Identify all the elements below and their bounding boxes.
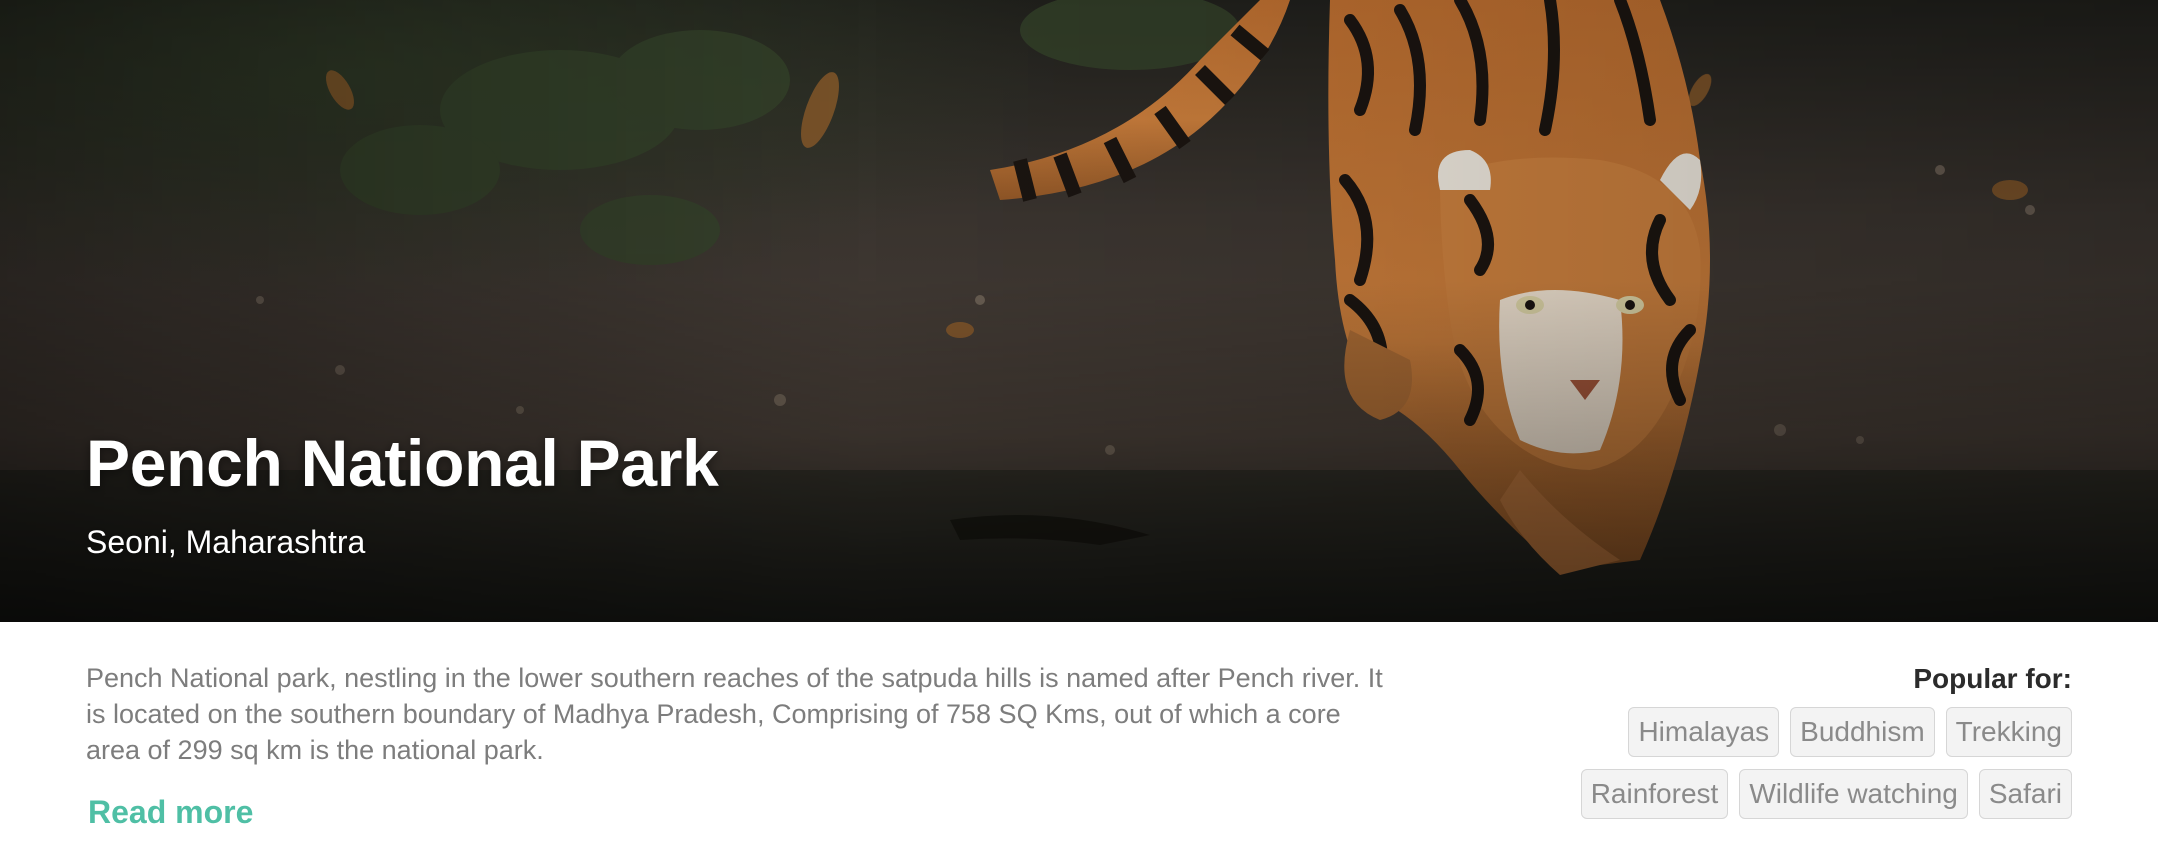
read-more-link[interactable]: Read more [88, 792, 253, 832]
tag-himalayas[interactable]: Himalayas [1628, 707, 1780, 757]
page-title: Pench National Park [86, 426, 719, 500]
tag-row: Himalayas Buddhism Trekking [1352, 707, 2072, 757]
tag-trekking[interactable]: Trekking [1945, 707, 2072, 757]
location-subtitle: Seoni, Maharashtra [86, 524, 366, 560]
popular-for-label: Popular for: [1913, 663, 2072, 694]
tag-rainforest[interactable]: Rainforest [1580, 769, 1729, 819]
park-description: Pench National park, nestling in the low… [86, 663, 1383, 765]
hero-banner: Pench National Park Seoni, Maharashtra [0, 0, 2158, 622]
tag-safari[interactable]: Safari [1978, 769, 2072, 819]
tag-row: Rainforest Wildlife watching Safari [1352, 769, 2072, 819]
tag-wildlife-watching[interactable]: Wildlife watching [1739, 769, 1968, 819]
popular-for-section: Popular for: Himalayas Buddhism Trekking… [1352, 662, 2072, 819]
tag-buddhism[interactable]: Buddhism [1790, 707, 1935, 757]
